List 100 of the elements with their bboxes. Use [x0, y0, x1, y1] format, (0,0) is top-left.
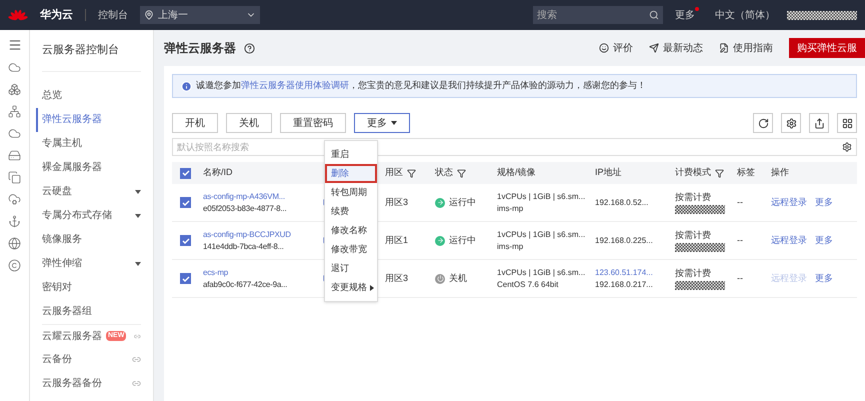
sidebar-label: 云备份 — [42, 353, 72, 367]
instance-name-link[interactable]: as-config-mp-BCCJPXUD — [203, 228, 291, 240]
sidebar-label: 云服务器组 — [42, 305, 92, 319]
search-icon — [649, 10, 659, 20]
sidebar-item[interactable]: 云备份 — [42, 348, 141, 372]
header-link[interactable]: 最新动态 — [649, 40, 703, 56]
icon-button[interactable] — [781, 113, 801, 133]
redacted-pattern — [675, 281, 725, 290]
toolbar-button[interactable]: 重置密码 — [280, 113, 346, 133]
sidebar-item[interactable]: 云服务器组 — [42, 300, 141, 324]
instance-name-link[interactable]: ecs-mp — [203, 266, 228, 278]
menu-icon[interactable] — [8, 38, 22, 52]
icon-button[interactable] — [809, 113, 829, 133]
icon-button[interactable] — [837, 113, 857, 133]
globe-icon[interactable] — [8, 237, 21, 250]
more-button[interactable]: 更多 — [354, 113, 410, 133]
location-icon — [144, 10, 154, 20]
help-icon[interactable] — [244, 42, 255, 54]
more-link[interactable]: 更多 — [815, 196, 833, 210]
menu-item[interactable]: 变更规格 — [325, 278, 377, 297]
page-title: 弹性云服务器 — [164, 40, 236, 57]
console-link[interactable]: 控制台 — [98, 8, 128, 22]
sidebar-label: 专属主机 — [42, 136, 82, 151]
smile-icon — [599, 43, 609, 53]
image-text: ims-mp — [497, 240, 524, 252]
header-link[interactable]: 使用指南 — [719, 40, 773, 56]
info-icon — [181, 80, 192, 92]
billing-text: 按需计费 — [675, 190, 712, 204]
cluster-icon[interactable] — [8, 83, 21, 96]
column-header: 用区 — [385, 166, 403, 180]
anchor-icon[interactable] — [8, 215, 21, 228]
icon-button[interactable] — [753, 113, 773, 133]
sidebar-item[interactable]: 弹性伸缩 — [42, 252, 141, 276]
header-link[interactable]: 评价 — [599, 40, 633, 56]
toolbar-button[interactable]: 关机 — [226, 113, 272, 133]
remote-login-link[interactable]: 远程登录 — [771, 196, 807, 210]
zone-text: 用区3 — [385, 272, 408, 283]
image-text: ims-mp — [497, 202, 524, 214]
more-link[interactable]: 更多 — [815, 234, 833, 248]
sidebar-label: 云硬盘 — [42, 185, 72, 199]
sidebar-item[interactable]: 裸金属服务器 — [42, 156, 141, 180]
survey-link[interactable]: 弹性云服务器使用体验调研 — [241, 80, 349, 90]
sidebar-label: 密钥对 — [42, 280, 72, 295]
column-header: 计费模式 — [675, 166, 711, 180]
cloud-icon[interactable] — [8, 127, 21, 140]
ip-address: 123.60.51.174... — [595, 266, 653, 278]
flower-logo-icon — [8, 9, 28, 21]
filter-icon[interactable] — [407, 168, 416, 178]
instance-name-link[interactable]: as-config-mp-A436VM... — [203, 190, 285, 202]
copy-icon[interactable] — [8, 171, 21, 184]
instance-id: e05f2053-b83e-4877-8... — [203, 202, 286, 214]
language-link[interactable]: 中文（简体） — [715, 8, 775, 22]
buy-button[interactable]: 购买弹性云服 — [789, 38, 865, 58]
edit-icon — [719, 43, 729, 53]
checkbox[interactable] — [180, 273, 191, 284]
menu-item[interactable]: 续费 — [325, 202, 377, 221]
sidebar-item[interactable]: 专属主机 — [42, 132, 141, 156]
sidebar-item[interactable]: 弹性云服务器 — [36, 108, 141, 132]
column-header: 状态 — [435, 166, 453, 180]
cloud-gauge-icon[interactable] — [8, 193, 21, 206]
more-link[interactable]: 更多 — [675, 8, 695, 22]
menu-item[interactable]: 转包周期 — [325, 183, 377, 202]
menu-item[interactable]: 退订 — [325, 259, 377, 278]
redacted-pattern — [675, 243, 725, 252]
sidebar-item[interactable]: 密钥对 — [42, 276, 141, 300]
sidebar-label: 镜像服务 — [42, 232, 82, 247]
column-header: IP地址 — [595, 166, 622, 180]
toolbar-button[interactable]: 开机 — [172, 113, 218, 133]
more-link[interactable]: 更多 — [815, 272, 833, 286]
filter-icon[interactable] — [457, 168, 466, 178]
menu-item[interactable]: 修改带宽 — [325, 240, 377, 259]
zone-text: 用区3 — [385, 196, 408, 207]
billing-text: 按需计费 — [675, 228, 712, 242]
cloud-icon[interactable] — [8, 61, 21, 74]
region-select[interactable]: 上海一 — [140, 6, 260, 24]
refresh-icon — [758, 118, 768, 128]
notice-text: 诚邀您参加弹性云服务器使用体验调研，您宝贵的意见和建议是我们持续提升产品体验的源动力，感谢您的参与！ — [196, 79, 646, 92]
column-header: 名称/ID — [203, 166, 233, 180]
sidebar-title: 云服务器控制台 — [42, 42, 141, 72]
sidebar-item[interactable]: 云硬盘 — [42, 180, 141, 204]
menu-item[interactable]: 修改名称 — [325, 221, 377, 240]
column-header: 操作 — [771, 166, 789, 180]
checkbox[interactable] — [180, 168, 191, 178]
spec-text: 1vCPUs | 1GiB | s6.sm... — [497, 266, 586, 278]
sidebar-item[interactable]: 总览 — [42, 84, 141, 108]
network-icon[interactable] — [8, 105, 21, 118]
remote-login-link[interactable]: 远程登录 — [771, 234, 807, 248]
checkbox[interactable] — [180, 235, 191, 246]
status-text: 运行中 — [449, 196, 476, 209]
billing-text: 按需计费 — [675, 266, 712, 280]
settings-icon — [786, 118, 796, 128]
menu-item[interactable]: 删除 — [325, 164, 377, 183]
copyright-icon[interactable] — [8, 259, 21, 272]
sidebar-item[interactable]: 云服务器备份 — [42, 372, 141, 396]
brand-name[interactable]: 华为云 — [40, 6, 73, 24]
sidebar-item[interactable]: 专属分布式存储 — [42, 204, 141, 228]
sidebar-item[interactable]: 镜像服务 — [42, 228, 141, 252]
filter-icon[interactable] — [715, 168, 724, 178]
grid-icon — [842, 118, 852, 128]
checkbox[interactable] — [180, 197, 191, 208]
